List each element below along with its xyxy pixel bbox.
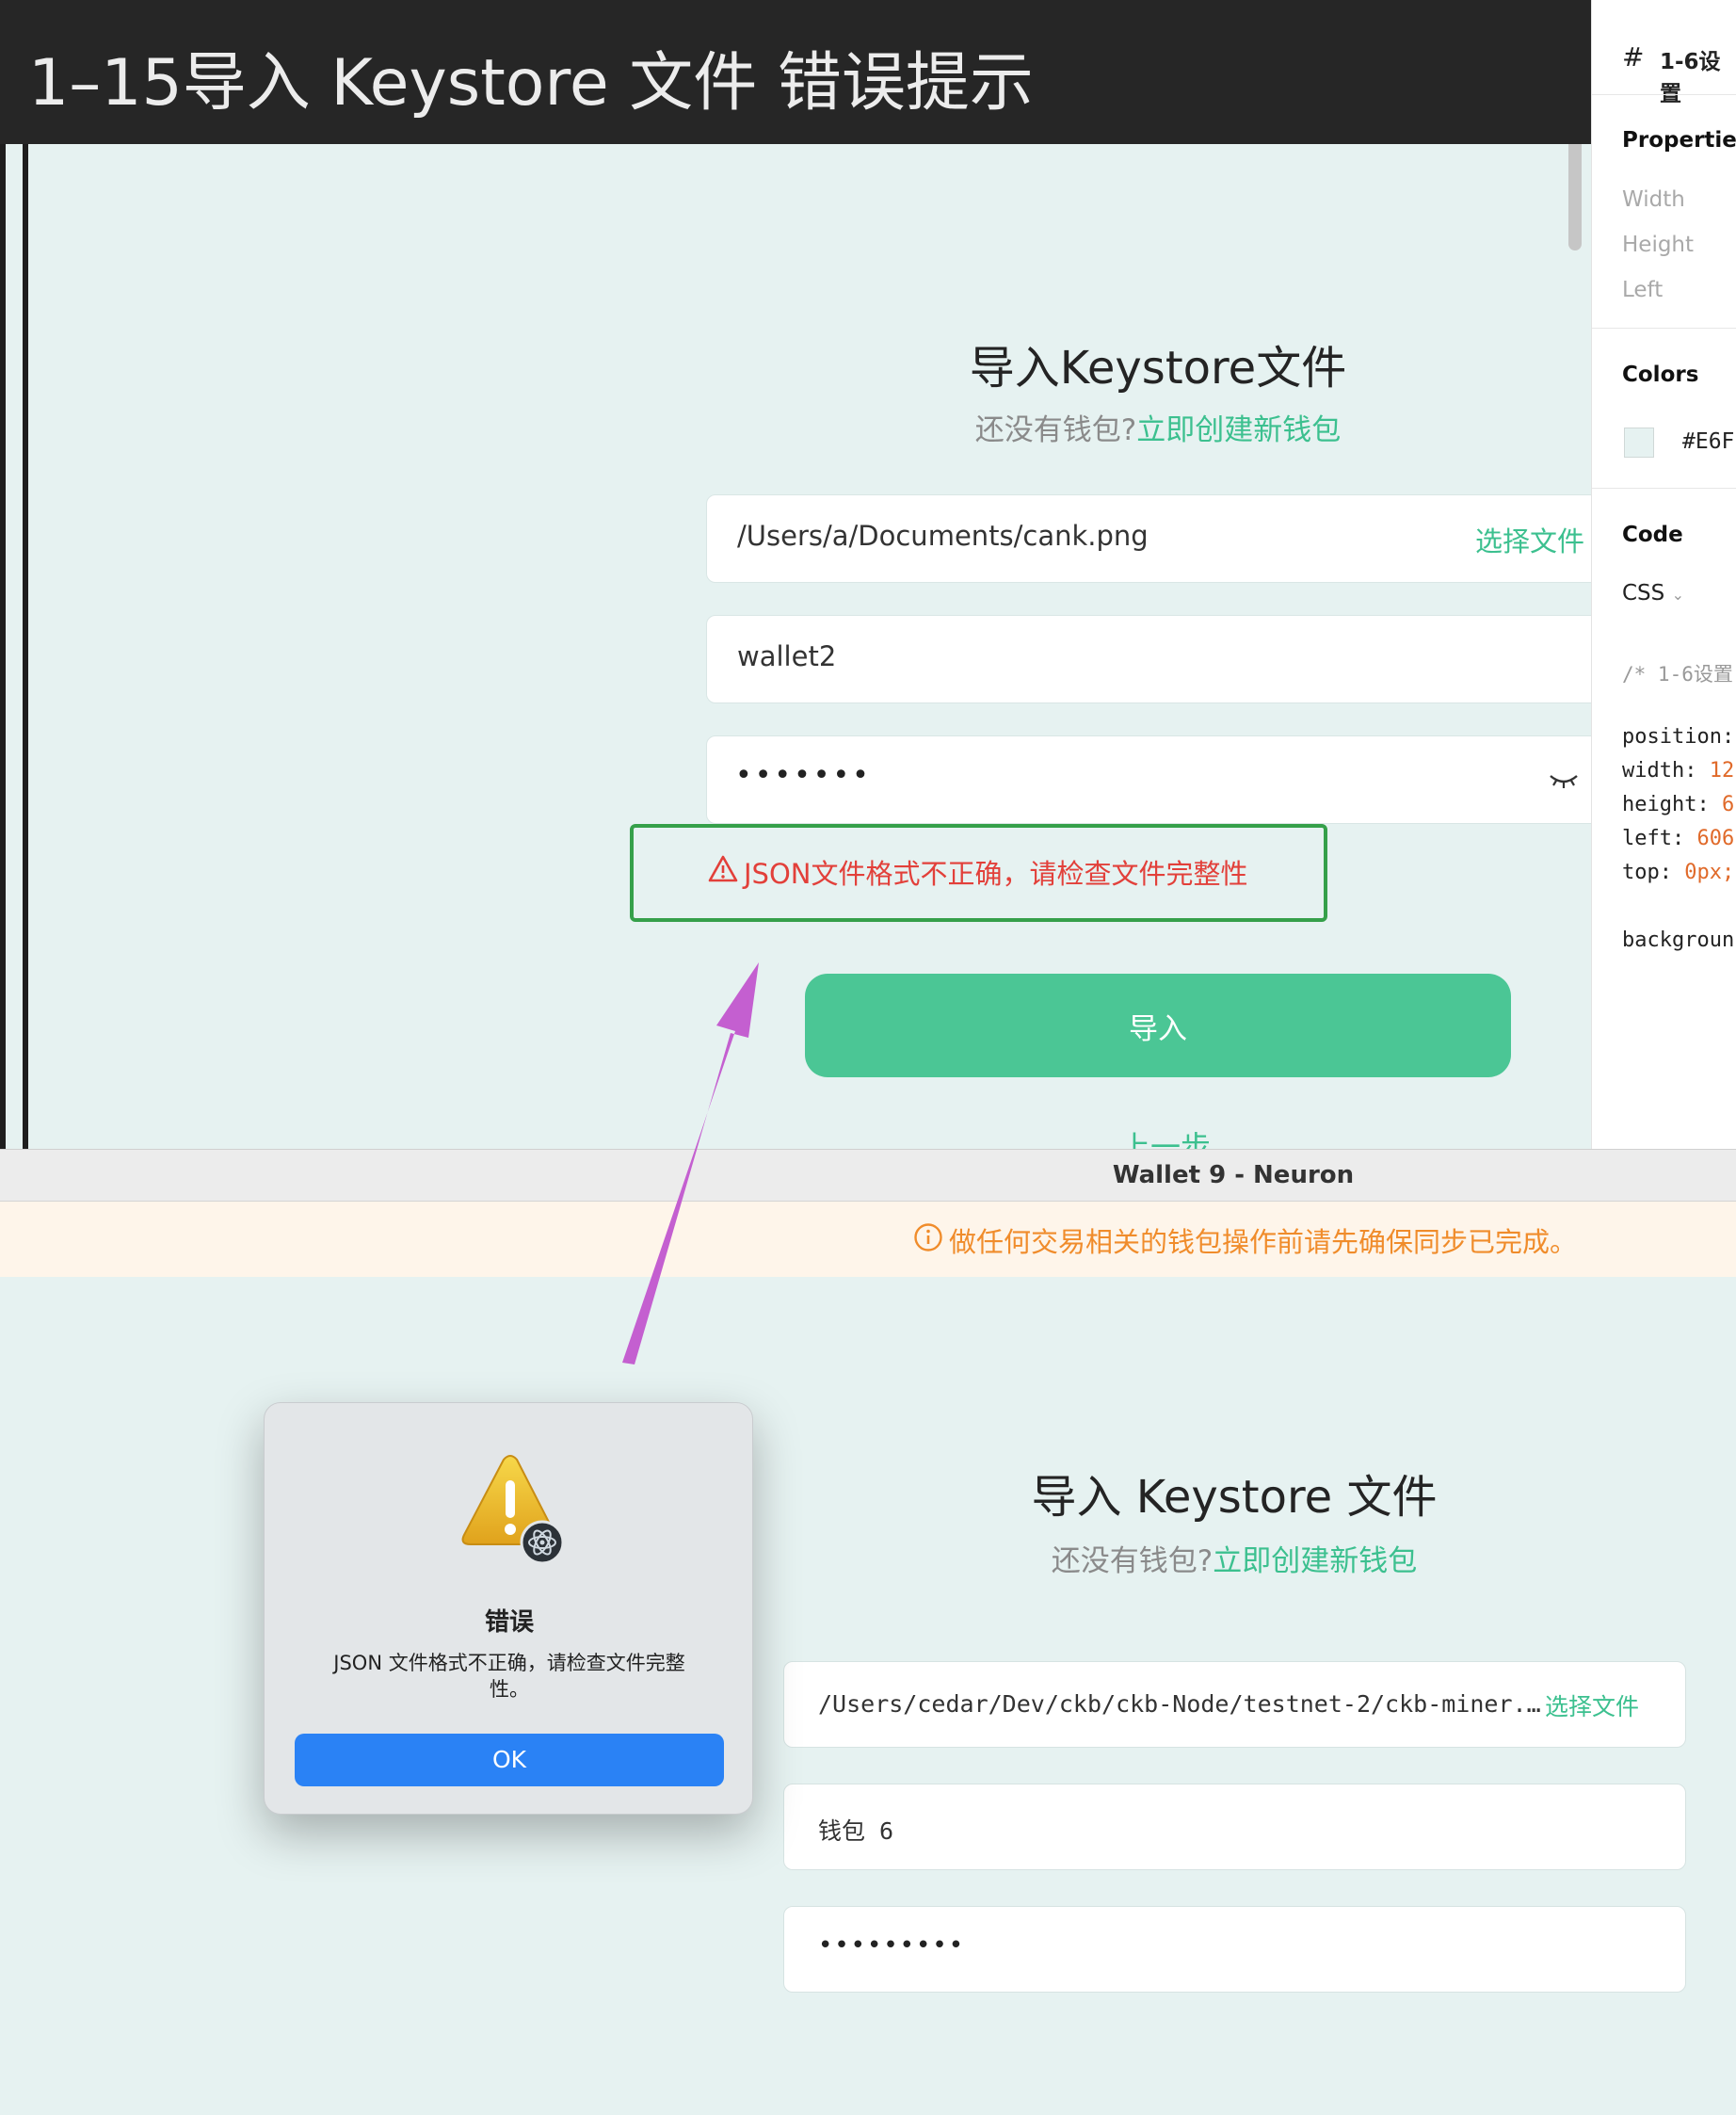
sync-warning-text: 做任何交易相关的钱包操作前请先确保同步已完成。 <box>949 1226 1578 1258</box>
code-heading: Code <box>1622 523 1683 547</box>
app-create-wallet-link[interactable]: 立即创建新钱包 <box>1213 1544 1417 1578</box>
code-language-select[interactable]: CSS ⌄ <box>1622 581 1684 605</box>
design-password-field[interactable]: ••••••• <box>706 735 1591 824</box>
app-password-mask: ••••••••• <box>818 1931 966 1960</box>
app-subtitle: 还没有钱包?立即创建新钱包 <box>0 1537 1736 1579</box>
inspector-panel: # 1-6设置 Properties Width Height Left Col… <box>1591 0 1736 1149</box>
code-line: height: 6 <box>1622 793 1735 816</box>
code-line: left: 606 <box>1622 827 1735 850</box>
canvas-scrollbar[interactable] <box>1568 144 1582 250</box>
code-line: position: <box>1622 725 1735 749</box>
frame-hash-icon: # <box>1622 41 1645 73</box>
annotation-header: 1–15导入 Keystore 文件 错误提示 <box>0 0 1591 144</box>
color-hex: #E6F <box>1682 429 1735 454</box>
app-subtitle-prefix: 还没有钱包? <box>1051 1544 1214 1578</box>
design-back-link[interactable]: 上一步 <box>1120 1123 1211 1149</box>
inspector-divider <box>1592 94 1736 95</box>
app-password-field[interactable]: ••••••••• <box>783 1906 1686 1993</box>
dialog-message: JSON 文件格式不正确，请检查文件完整性。 <box>333 1652 685 1701</box>
app-wallet-name-field[interactable]: 钱包 6 <box>783 1784 1686 1870</box>
design-file-field[interactable]: /Users/a/Documents/cank.png 选择文件 <box>706 494 1591 583</box>
app-file-path: /Users/cedar/Dev/ckb/ckb-Node/testnet-2/… <box>818 1690 1541 1718</box>
code-line: width: 12 <box>1622 759 1735 783</box>
design-import-label: 导入 <box>1129 1012 1187 1046</box>
design-create-wallet-link[interactable]: 立即创建新钱包 <box>1136 413 1341 447</box>
code-comment: /* 1-6设置 <box>1622 663 1733 686</box>
design-wallet-name-field[interactable]: wallet2 <box>706 615 1591 703</box>
warning-triangle-icon <box>708 855 738 882</box>
design-canvas: 导入Keystore文件 还没有钱包?立即创建新钱包 /Users/a/Docu… <box>0 144 1591 1149</box>
app-window: Wallet 9 - Neuron 做任何交易相关的钱包操作前请先确保同步已完成… <box>0 1149 1736 2115</box>
sync-warning-banner: 做任何交易相关的钱包操作前请先确保同步已完成。 <box>0 1202 1736 1277</box>
dialog-ok-label: OK <box>491 1746 527 1773</box>
properties-heading: Properties <box>1622 128 1736 153</box>
left-label: Left <box>1622 278 1664 302</box>
window-titlebar[interactable]: Wallet 9 - Neuron <box>0 1149 1736 1202</box>
code-line: top: 0px; <box>1622 861 1735 884</box>
app-file-field[interactable]: /Users/cedar/Dev/ckb/ckb-Node/testnet-2/… <box>783 1661 1686 1748</box>
window-title: Wallet 9 - Neuron <box>1112 1161 1355 1189</box>
warning-app-icon <box>461 1455 565 1565</box>
color-swatch[interactable] <box>1624 428 1654 458</box>
design-import-button[interactable]: 导入 <box>805 974 1511 1077</box>
app-wallet-name-value: 钱包 6 <box>818 1817 894 1845</box>
inspector-divider <box>1592 488 1736 489</box>
width-label: Width <box>1622 187 1685 212</box>
error-dialog: 错误 JSON 文件格式不正确，请检查文件完整性。 OK <box>264 1402 753 1815</box>
colors-heading: Colors <box>1622 363 1699 387</box>
inspector-divider <box>1592 328 1736 329</box>
design-file-path: /Users/a/Documents/cank.png <box>737 520 1149 552</box>
app-choose-file-button[interactable]: 选择文件 <box>1545 1688 1639 1722</box>
code-line: backgroun <box>1622 928 1735 952</box>
design-page-title: 导入Keystore文件 <box>969 342 1347 395</box>
dialog-ok-button[interactable]: OK <box>295 1734 724 1786</box>
info-circle-icon <box>914 1223 942 1251</box>
chevron-down-icon: ⌄ <box>1671 586 1684 604</box>
annotation-title: 1–15导入 Keystore 文件 错误提示 <box>28 46 1034 121</box>
error-highlight-box: JSON文件格式不正确，请检查文件完整性 <box>630 824 1327 922</box>
dialog-title: 错误 <box>484 1608 534 1637</box>
code-language: CSS <box>1622 581 1665 605</box>
eye-closed-icon[interactable] <box>1548 767 1580 793</box>
frame-name: 1-6设置 <box>1660 50 1721 106</box>
height-label: Height <box>1622 233 1695 257</box>
design-password-mask: ••••••• <box>735 759 872 792</box>
app-page-title: 导入 Keystore 文件 <box>1031 1471 1438 1524</box>
design-subtitle-prefix: 还没有钱包? <box>974 413 1137 447</box>
design-choose-file-button[interactable]: 选择文件 <box>1475 520 1584 559</box>
canvas-left-border <box>0 144 28 1149</box>
design-error-message: JSON文件格式不正确，请检查文件完整性 <box>744 858 1248 890</box>
design-wallet-name-value: wallet2 <box>737 640 837 672</box>
design-subtitle: 还没有钱包?立即创建新钱包 <box>0 406 1591 448</box>
